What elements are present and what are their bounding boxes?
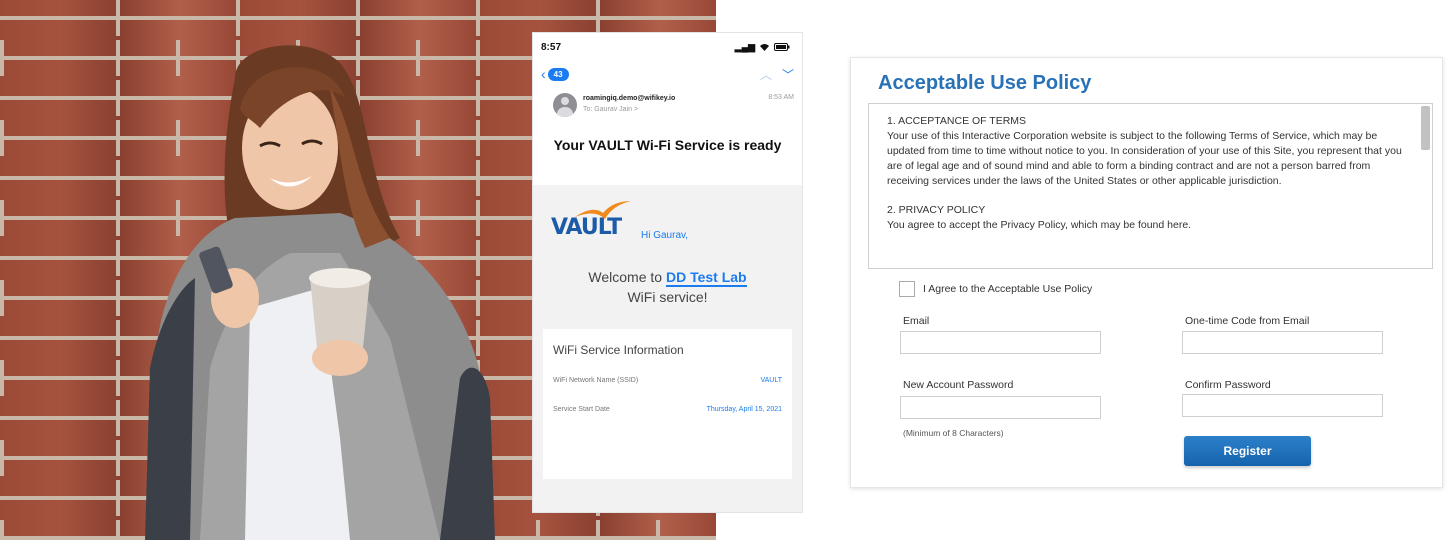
welcome-suffix: WiFi service! [627,289,708,305]
status-time: 8:57 [541,41,562,53]
battery-icon [774,43,790,51]
vault-logo: VAULT [547,197,631,247]
info-row: Service Start Date Thursday, April 15, 2… [553,404,782,415]
wifi-icon [760,43,769,51]
sender-info: roamingiq.demo@wifikey.io To: Gaurav Jai… [583,93,762,115]
one-time-code-field[interactable] [1182,331,1383,354]
sender-email[interactable]: roamingiq.demo@wifikey.io [583,93,762,104]
terms-scroll-box[interactable]: 1. ACCEPTANCE OF TERMS Your use of this … [868,103,1433,269]
password-label: New Account Password [903,379,1014,391]
email-phone-screen: 8:57 ▂▄▆ ‹ 43 ︿ ﹀ roamingiq.demo@wifikey… [532,32,803,513]
status-icons: ▂▄▆ [735,42,790,53]
terms-text: You agree to accept the Privacy Policy, … [887,219,1192,231]
terms-heading: 2. PRIVACY POLICY [887,204,986,216]
terms-scrollbar[interactable] [1421,106,1430,266]
mail-nav-bar: ‹ 43 ︿ ﹀ [533,61,802,87]
org-name-link[interactable]: DD Test Lab [665,269,747,287]
chevron-up-icon[interactable]: ︿ [760,66,772,83]
wifi-info-title: WiFi Service Information [553,343,684,357]
vault-logo-text: VAULT [551,215,622,240]
info-value: VAULT [760,377,782,384]
info-label: WiFi Network Name (SSID) [553,377,639,384]
back-button[interactable]: ‹ 43 [541,66,569,82]
recipient-line[interactable]: To: Gaurav Jain > [583,104,762,115]
wifi-info-card: WiFi Service Information WiFi Network Na… [543,329,792,479]
terms-section: 2. PRIVACY POLICY You agree to accept th… [887,203,1412,233]
agree-label: I Agree to the Acceptable Use Policy [923,283,1093,295]
signal-icon: ▂▄▆ [734,41,755,52]
email-subject: Your VAULT Wi-Fi Service is ready [553,137,782,153]
welcome-prefix: Welcome to [588,269,663,285]
terms-heading: 1. ACCEPTANCE OF TERMS [887,115,1027,127]
terms-section: 1. ACCEPTANCE OF TERMS Your use of this … [887,114,1412,189]
register-button[interactable]: Register [1184,436,1311,466]
page-title: Acceptable Use Policy [878,72,1092,94]
chevron-down-icon[interactable]: ﹀ [782,66,794,83]
code-label: One-time Code from Email [1185,315,1310,327]
agree-checkbox[interactable] [899,281,915,297]
email-label: Email [903,315,930,327]
aup-registration-panel: Acceptable Use Policy 1. ACCEPTANCE OF T… [850,57,1443,488]
chevron-left-icon: ‹ [541,66,546,82]
avatar-icon [553,93,577,117]
email-field[interactable] [900,331,1101,354]
new-password-field[interactable] [900,396,1101,419]
greeting: Hi Gaurav, [641,230,689,241]
email-body: VAULT Hi Gaurav, Welcome to DD Test Lab … [533,185,802,512]
status-bar: 8:57 ▂▄▆ [533,33,802,61]
info-value: Thursday, April 15, 2021 [706,406,782,413]
info-row: WiFi Network Name (SSID) VAULT [553,375,782,386]
message-nav-arrows: ︿ ﹀ [760,66,794,83]
agree-row[interactable]: I Agree to the Acceptable Use Policy [899,281,1092,297]
password-hint: (Minimum of 8 Characters) [903,428,1004,438]
sender-header: roamingiq.demo@wifikey.io To: Gaurav Jai… [533,87,802,127]
brand-row: VAULT Hi Gaurav, [543,191,792,247]
info-label: Service Start Date [553,406,610,413]
scroll-thumb[interactable] [1421,106,1430,150]
terms-text: Your use of this Interactive Corporation… [887,130,1402,187]
welcome-message: Welcome to DD Test Lab WiFi service! [543,267,792,307]
confirm-password-label: Confirm Password [1185,379,1271,391]
confirm-password-field[interactable] [1182,394,1383,417]
unread-count-badge: 43 [547,67,569,81]
woman-with-phone-illustration [145,45,495,540]
email-time: 8:53 AM [768,94,794,101]
